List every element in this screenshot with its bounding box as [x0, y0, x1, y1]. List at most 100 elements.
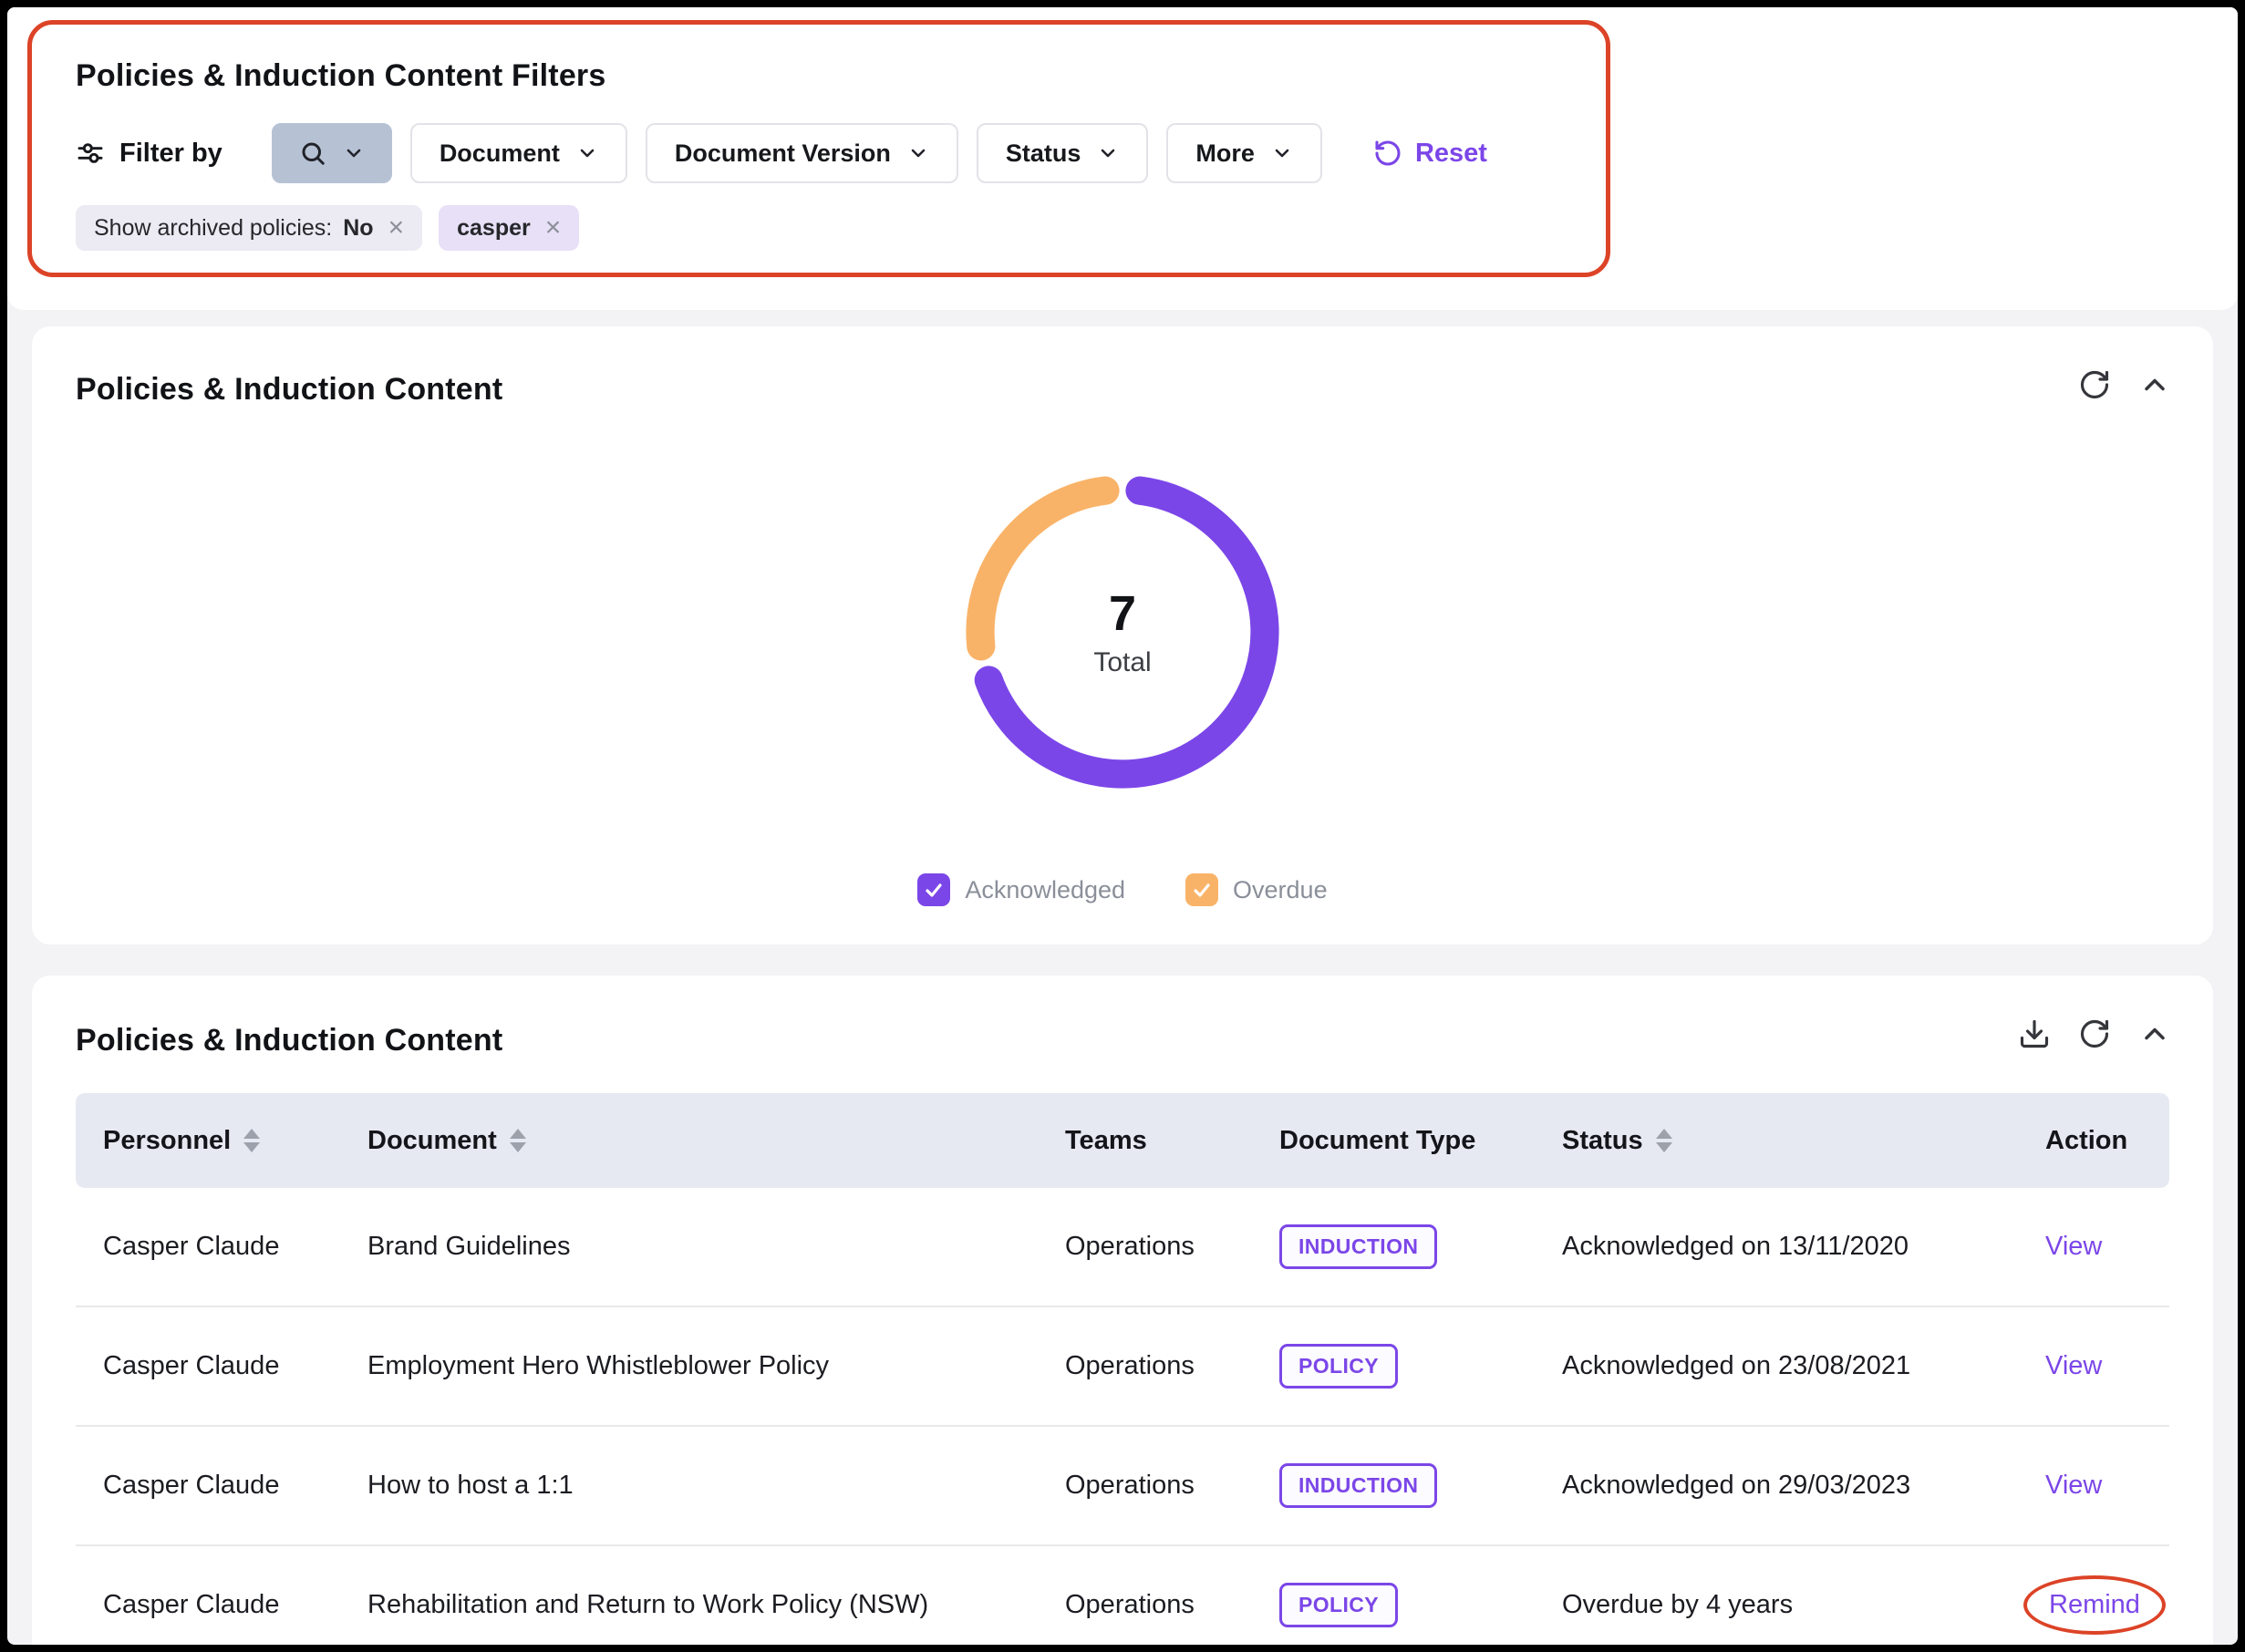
more-filter-dropdown[interactable]: More [1166, 123, 1322, 183]
legend-label: Acknowledged [965, 876, 1125, 904]
legend-item-overdue[interactable]: Overdue [1185, 873, 1328, 906]
cell-teams: Operations [1038, 1471, 1252, 1501]
doc-type-badge: INDUCTION [1279, 1224, 1437, 1269]
cell-document: How to host a 1:1 [340, 1471, 1038, 1501]
doc-type-badge: POLICY [1279, 1344, 1398, 1389]
page: Policies & Induction Content Filters Fil… [7, 7, 2238, 1645]
cell-personnel: Casper Claude [76, 1590, 340, 1620]
cell-personnel: Casper Claude [76, 1471, 340, 1501]
sort-icon[interactable] [243, 1129, 260, 1152]
table-row: Casper Claude Employment Hero Whistleblo… [76, 1307, 2169, 1427]
cell-document: Brand Guidelines [340, 1232, 1038, 1262]
filter-by-label: Filter by [119, 139, 222, 169]
reset-button[interactable]: Reset [1357, 123, 1504, 183]
cell-doc-type: POLICY [1252, 1344, 1535, 1389]
dropdown-label: Status [1006, 139, 1081, 168]
search-icon [299, 139, 326, 167]
chart-card-title: Policies & Induction Content [76, 372, 2169, 408]
column-header[interactable]: Status [1535, 1126, 2018, 1156]
cell-teams: Operations [1038, 1232, 1252, 1262]
chart-legend: Acknowledged Overdue [32, 873, 2213, 906]
filter-chip-show-archived[interactable]: Show archived policies: No × [76, 205, 422, 251]
document-filter-dropdown[interactable]: Document [410, 123, 627, 183]
cell-status: Acknowledged on 29/03/2023 [1535, 1471, 2018, 1501]
column-label: Personnel [103, 1126, 231, 1156]
donut-total-label: Total [1093, 647, 1151, 678]
status-filter-dropdown[interactable]: Status [977, 123, 1149, 183]
chevron-up-icon[interactable] [2138, 1017, 2171, 1050]
close-icon[interactable]: × [542, 214, 562, 242]
doc-type-badge: INDUCTION [1279, 1463, 1437, 1508]
cell-document: Employment Hero Whistleblower Policy [340, 1351, 1038, 1381]
cell-status: Acknowledged on 13/11/2020 [1535, 1232, 2018, 1262]
filter-row: Filter by Document [76, 123, 2238, 183]
chart-card: Policies & Induction Content 7 Total [32, 326, 2213, 945]
action-link[interactable]: View [2045, 1232, 2102, 1261]
cell-action: View [2018, 1232, 2169, 1262]
table-card-actions [2018, 1017, 2171, 1050]
chart-card-actions [2078, 368, 2171, 401]
filters-card-title: Policies & Induction Content Filters [76, 58, 2238, 94]
donut-total-value: 7 [1109, 585, 1136, 642]
action-link[interactable]: Remind [2023, 1575, 2166, 1635]
dropdown-label: Document Version [675, 139, 891, 168]
sort-icon[interactable] [1656, 1129, 1672, 1152]
column-header: Action [2018, 1126, 2169, 1156]
filter-chips: Show archived policies: No × casper × [76, 205, 2238, 251]
reset-label: Reset [1415, 139, 1487, 169]
column-label: Action [2045, 1126, 2127, 1156]
action-link[interactable]: View [2045, 1351, 2102, 1380]
column-label: Document Type [1279, 1126, 1475, 1156]
chip-label: Show archived policies: [94, 215, 332, 242]
cell-teams: Operations [1038, 1590, 1252, 1620]
column-label: Teams [1065, 1126, 1147, 1156]
cell-status: Overdue by 4 years [1535, 1590, 2018, 1620]
cell-action: Remind [2018, 1575, 2169, 1635]
search-filter-dropdown[interactable] [272, 123, 392, 183]
checkbox-checked-icon[interactable] [1185, 873, 1218, 906]
column-label: Document [367, 1126, 497, 1156]
table-body: Casper Claude Brand Guidelines Operation… [76, 1188, 2169, 1645]
cell-doc-type: INDUCTION [1252, 1224, 1535, 1269]
chevron-up-icon[interactable] [2138, 368, 2171, 401]
legend-label: Overdue [1233, 876, 1328, 904]
donut-chart: 7 Total [945, 454, 1300, 810]
cell-doc-type: INDUCTION [1252, 1463, 1535, 1508]
policies-table: Personnel Document Teams Document Type S… [76, 1093, 2169, 1645]
chevron-down-icon [1271, 142, 1293, 164]
dropdown-label: More [1195, 139, 1255, 168]
legend-item-acknowledged[interactable]: Acknowledged [917, 873, 1125, 906]
chip-label: casper [457, 215, 531, 242]
chevron-down-icon [1097, 142, 1119, 164]
checkbox-checked-icon[interactable] [917, 873, 950, 906]
doc-type-badge: POLICY [1279, 1583, 1398, 1627]
table-card: Policies & Induction Content Personnel [32, 976, 2213, 1645]
dropdown-label: Document [440, 139, 560, 168]
table-row: Casper Claude Brand Guidelines Operation… [76, 1188, 2169, 1307]
cell-status: Acknowledged on 23/08/2021 [1535, 1351, 2018, 1381]
refresh-icon[interactable] [2078, 1017, 2111, 1050]
cell-action: View [2018, 1471, 2169, 1501]
filters-card: Policies & Induction Content Filters Fil… [7, 7, 2238, 310]
sort-icon[interactable] [510, 1129, 526, 1152]
cell-action: View [2018, 1351, 2169, 1381]
reset-icon [1373, 139, 1402, 168]
table-row: Casper Claude How to host a 1:1 Operatio… [76, 1427, 2169, 1546]
column-header[interactable]: Personnel [76, 1126, 340, 1156]
document-version-filter-dropdown[interactable]: Document Version [646, 123, 958, 183]
filter-chip-casper[interactable]: casper × [439, 205, 579, 251]
action-link[interactable]: View [2045, 1471, 2102, 1500]
chevron-down-icon [343, 142, 365, 164]
table-row: Casper Claude Rehabilitation and Return … [76, 1546, 2169, 1645]
column-header[interactable]: Document [340, 1126, 1038, 1156]
chip-value: No [343, 215, 373, 242]
table-header: Personnel Document Teams Document Type S… [76, 1093, 2169, 1188]
download-icon[interactable] [2018, 1017, 2051, 1050]
cell-document: Rehabilitation and Return to Work Policy… [340, 1590, 1038, 1620]
cell-personnel: Casper Claude [76, 1351, 340, 1381]
cell-teams: Operations [1038, 1351, 1252, 1381]
refresh-icon[interactable] [2078, 368, 2111, 401]
chevron-down-icon [907, 142, 929, 164]
close-icon[interactable]: × [385, 214, 405, 242]
filter-by: Filter by [76, 139, 222, 169]
